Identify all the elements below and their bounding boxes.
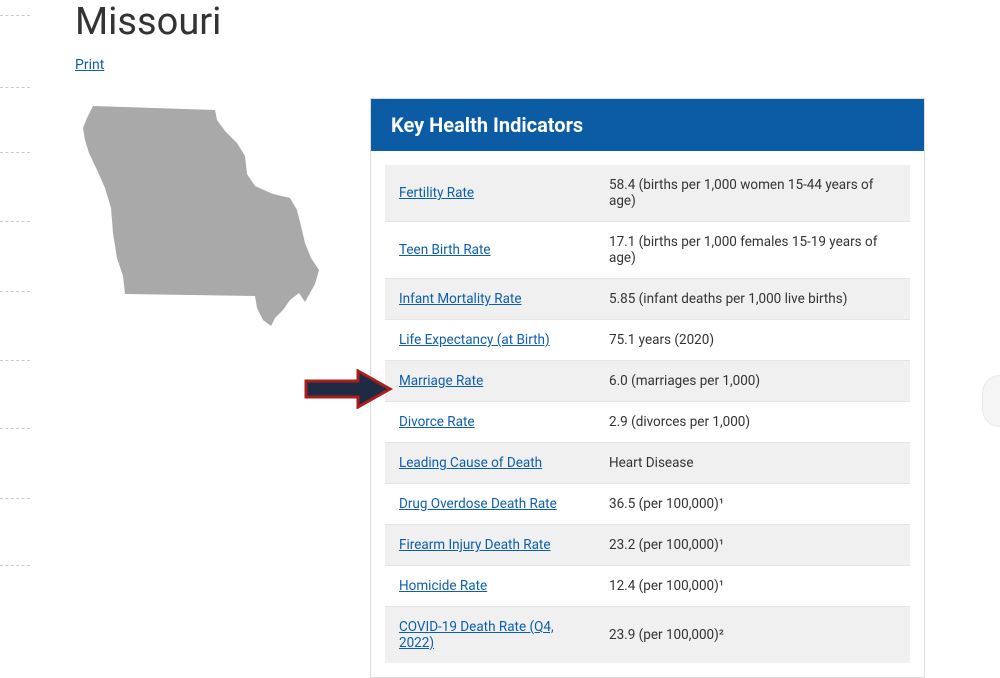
indicator-value: 23.9 (per 100,000)² — [595, 607, 910, 664]
indicator-value: 36.5 (per 100,000)¹ — [595, 484, 910, 525]
indicator-link-fertility-rate[interactable]: Fertility Rate — [399, 185, 474, 201]
table-row: COVID-19 Death Rate (Q4, 2022) 23.9 (per… — [385, 607, 910, 664]
indicator-link-teen-birth-rate[interactable]: Teen Birth Rate — [399, 242, 491, 258]
table-row: Firearm Injury Death Rate 23.2 (per 100,… — [385, 525, 910, 566]
indicator-value: Heart Disease — [595, 443, 910, 484]
table-row: Drug Overdose Death Rate 36.5 (per 100,0… — [385, 484, 910, 525]
indicator-value: 6.0 (marriages per 1,000) — [595, 361, 910, 402]
table-row: Fertility Rate 58.4 (births per 1,000 wo… — [385, 165, 910, 222]
indicator-value: 17.1 (births per 1,000 females 15-19 yea… — [595, 222, 910, 279]
table-row: Homicide Rate 12.4 (per 100,000)¹ — [385, 566, 910, 607]
indicator-link-marriage-rate[interactable]: Marriage Rate — [399, 373, 483, 389]
indicator-value: 5.85 (infant deaths per 1,000 live birth… — [595, 279, 910, 320]
table-row: Life Expectancy (at Birth) 75.1 years (2… — [385, 320, 910, 361]
content-area: Key Health Indicators Fertility Rate 58.… — [75, 98, 925, 678]
indicator-link-drug-overdose-rate[interactable]: Drug Overdose Death Rate — [399, 496, 557, 512]
indicator-link-covid-death-rate[interactable]: COVID-19 Death Rate (Q4, 2022) — [399, 619, 554, 651]
table-row: Teen Birth Rate 17.1 (births per 1,000 f… — [385, 222, 910, 279]
print-link[interactable]: Print — [75, 57, 104, 73]
panel-body: Fertility Rate 58.4 (births per 1,000 wo… — [371, 151, 924, 677]
indicator-link-divorce-rate[interactable]: Divorce Rate — [399, 414, 475, 430]
indicator-link-infant-mortality-rate[interactable]: Infant Mortality Rate — [399, 291, 522, 307]
indicator-value: 75.1 years (2020) — [595, 320, 910, 361]
table-row: Infant Mortality Rate 5.85 (infant death… — [385, 279, 910, 320]
page-title: Missouri — [75, 0, 925, 44]
state-map-missouri — [75, 98, 335, 338]
arrow-pointer-icon — [303, 369, 393, 409]
indicators-panel: Key Health Indicators Fertility Rate 58.… — [370, 98, 925, 678]
indicator-link-homicide-rate[interactable]: Homicide Rate — [399, 578, 487, 594]
indicator-link-firearm-injury-rate[interactable]: Firearm Injury Death Rate — [399, 537, 551, 553]
indicator-link-life-expectancy[interactable]: Life Expectancy (at Birth) — [399, 332, 550, 348]
indicator-value: 2.9 (divorces per 1,000) — [595, 402, 910, 443]
page-container: Missouri Print Key Health Indicators Fer… — [0, 0, 1000, 678]
indicator-value: 58.4 (births per 1,000 women 15-44 years… — [595, 165, 910, 222]
indicator-table: Fertility Rate 58.4 (births per 1,000 wo… — [385, 165, 910, 663]
table-row: Divorce Rate 2.9 (divorces per 1,000) — [385, 402, 910, 443]
table-row: Marriage Rate 6.0 (marriages per 1,000) — [385, 361, 910, 402]
indicator-value: 23.2 (per 100,000)¹ — [595, 525, 910, 566]
indicator-value: 12.4 (per 100,000)¹ — [595, 566, 910, 607]
panel-header: Key Health Indicators — [371, 99, 924, 151]
indicator-link-leading-cause-death[interactable]: Leading Cause of Death — [399, 455, 542, 471]
table-row: Leading Cause of Death Heart Disease — [385, 443, 910, 484]
